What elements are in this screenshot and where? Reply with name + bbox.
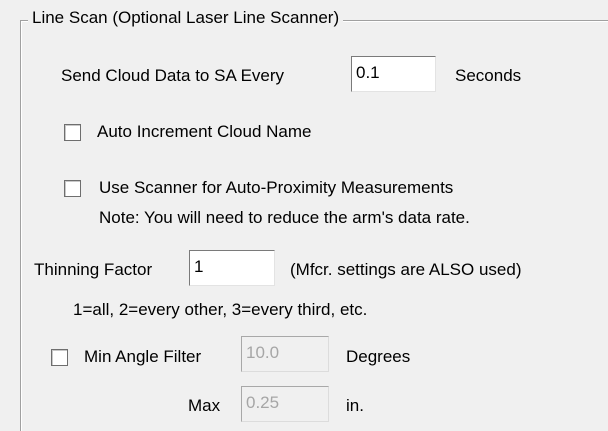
thinning-factor-input[interactable]: 1	[189, 250, 275, 286]
line-scan-panel: Line Scan (Optional Laser Line Scanner) …	[0, 0, 608, 431]
auto-proximity-checkbox[interactable]	[64, 180, 81, 197]
group-title: Line Scan (Optional Laser Line Scanner)	[28, 8, 344, 28]
max-filter-label: Max	[188, 396, 221, 415]
auto-increment-label: Auto Increment Cloud Name	[97, 122, 312, 141]
thinning-factor-label: Thinning Factor	[34, 260, 153, 279]
auto-proximity-note: Note: You will need to reduce the arm's …	[99, 208, 470, 227]
auto-proximity-label: Use Scanner for Auto-Proximity Measureme…	[99, 178, 454, 197]
min-angle-input[interactable]: 10.0	[241, 336, 329, 372]
send-cloud-label: Send Cloud Data to SA Every	[61, 66, 285, 85]
max-filter-input[interactable]: 0.25	[241, 386, 329, 422]
thinning-factor-help: 1=all, 2=every other, 3=every third, etc…	[73, 300, 368, 319]
max-filter-unit-label: in.	[346, 396, 364, 415]
send-cloud-interval-input[interactable]: 0.1	[351, 56, 436, 92]
min-angle-filter-checkbox[interactable]	[51, 349, 68, 366]
min-angle-filter-label: Min Angle Filter	[84, 347, 202, 366]
min-angle-unit-label: Degrees	[346, 347, 411, 366]
send-cloud-unit-label: Seconds	[455, 66, 522, 85]
auto-increment-checkbox[interactable]	[64, 124, 81, 141]
thinning-factor-hint: (Mfcr. settings are ALSO used)	[290, 260, 522, 279]
